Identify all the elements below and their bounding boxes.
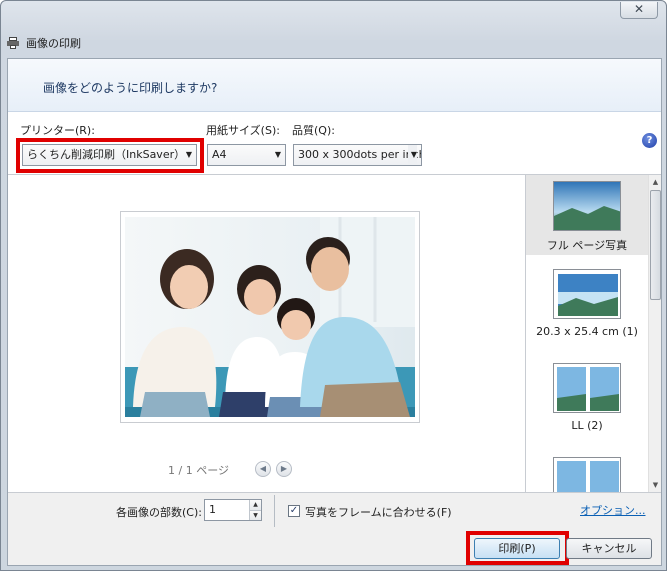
check-icon: ✓ xyxy=(289,505,299,516)
chevron-down-icon: ▼ xyxy=(274,150,281,159)
options-link[interactable]: オプション... xyxy=(580,502,646,518)
next-page-button[interactable]: ▶ xyxy=(276,461,292,477)
layout-item-ll[interactable]: LL (2) xyxy=(526,357,648,437)
paper-size-value: A4 xyxy=(212,148,227,161)
prev-page-button[interactable]: ◀ xyxy=(255,461,271,477)
preview-pane: 1 / 1 ページ ◀ ▶ xyxy=(8,174,525,492)
family-photo xyxy=(125,217,415,417)
scrollbar-thumb[interactable] xyxy=(650,190,661,300)
layout-thumbnail xyxy=(553,457,621,492)
close-button[interactable]: ✕ xyxy=(620,2,658,19)
printer-icon xyxy=(7,37,21,49)
layout-item-20x25[interactable]: 20.3 x 25.4 cm (1) xyxy=(526,263,648,343)
layout-thumbnail xyxy=(553,269,621,319)
paper-size-dropdown[interactable]: A4 ▼ xyxy=(207,144,286,166)
dialog-client-area: 画像をどのように印刷しますか? プリンター(R): らくちん削減印刷（InkSa… xyxy=(7,58,662,566)
help-icon[interactable]: ? xyxy=(642,133,657,148)
printer-highlight-box xyxy=(16,138,204,173)
fit-to-frame-checkbox[interactable]: ✓ xyxy=(288,505,300,517)
layout-label: 20.3 x 25.4 cm (1) xyxy=(536,325,638,338)
scroll-down-icon[interactable]: ▼ xyxy=(649,478,661,492)
dialog-question: 画像をどのように印刷しますか? xyxy=(43,81,218,95)
quality-dropdown[interactable]: 300 x 300dots per inch ▼ xyxy=(293,144,422,166)
options-bar: 各画像の部数(C): 1 ▲ ▼ ✓ 写真をフレームに合わせる(F) オプション… xyxy=(8,492,661,532)
quality-label: 品質(Q): xyxy=(292,124,335,137)
dialog-footer: 印刷(P) キャンセル xyxy=(8,531,661,565)
title-bar: 画像の印刷 xyxy=(7,34,81,52)
paper-size-label: 用紙サイズ(S): xyxy=(206,124,280,137)
chevron-down-icon: ▼ xyxy=(407,145,417,165)
window-title: 画像の印刷 xyxy=(26,37,81,50)
page-indicator: 1 / 1 ページ xyxy=(168,464,229,477)
spin-down-icon[interactable]: ▼ xyxy=(249,510,261,520)
layout-item-more[interactable] xyxy=(526,451,648,492)
separator xyxy=(274,495,275,527)
spin-up-icon[interactable]: ▲ xyxy=(249,500,261,510)
fit-to-frame-label[interactable]: 写真をフレームに合わせる(F) xyxy=(305,504,452,520)
layout-label: フル ページ写真 xyxy=(546,239,628,252)
layout-list: フル ページ写真 20.3 x 25.4 cm (1) LL (2) ▲ ▼ xyxy=(525,174,661,492)
header-band: 画像をどのように印刷しますか? xyxy=(8,59,661,112)
close-icon[interactable]: ✕ xyxy=(634,2,644,16)
cancel-button[interactable]: キャンセル xyxy=(566,538,652,559)
next-page-icon: ▶ xyxy=(280,464,288,473)
print-highlight-box xyxy=(466,531,569,565)
prev-page-icon: ◀ xyxy=(259,464,267,473)
layout-item-full-page[interactable]: フル ページ写真 xyxy=(526,175,648,255)
copies-spinbox[interactable]: 1 ▲ ▼ xyxy=(204,499,262,521)
preview-page xyxy=(120,211,420,423)
layout-label: LL (2) xyxy=(571,419,603,432)
layout-thumbnail xyxy=(553,181,621,231)
copies-value: 1 xyxy=(209,503,216,516)
printer-label: プリンター(R): xyxy=(20,124,95,137)
quality-value: 300 x 300dots per inch xyxy=(298,148,422,161)
layout-scrollbar[interactable]: ▲ ▼ xyxy=(648,175,661,492)
print-pictures-window: ✕ 画像の印刷 画像をどのように印刷しますか? プリンター(R): らくちん削減… xyxy=(0,0,667,571)
scroll-up-icon[interactable]: ▲ xyxy=(649,175,661,189)
copies-label: 各画像の部数(C): xyxy=(116,506,202,519)
layout-thumbnail xyxy=(553,363,621,413)
